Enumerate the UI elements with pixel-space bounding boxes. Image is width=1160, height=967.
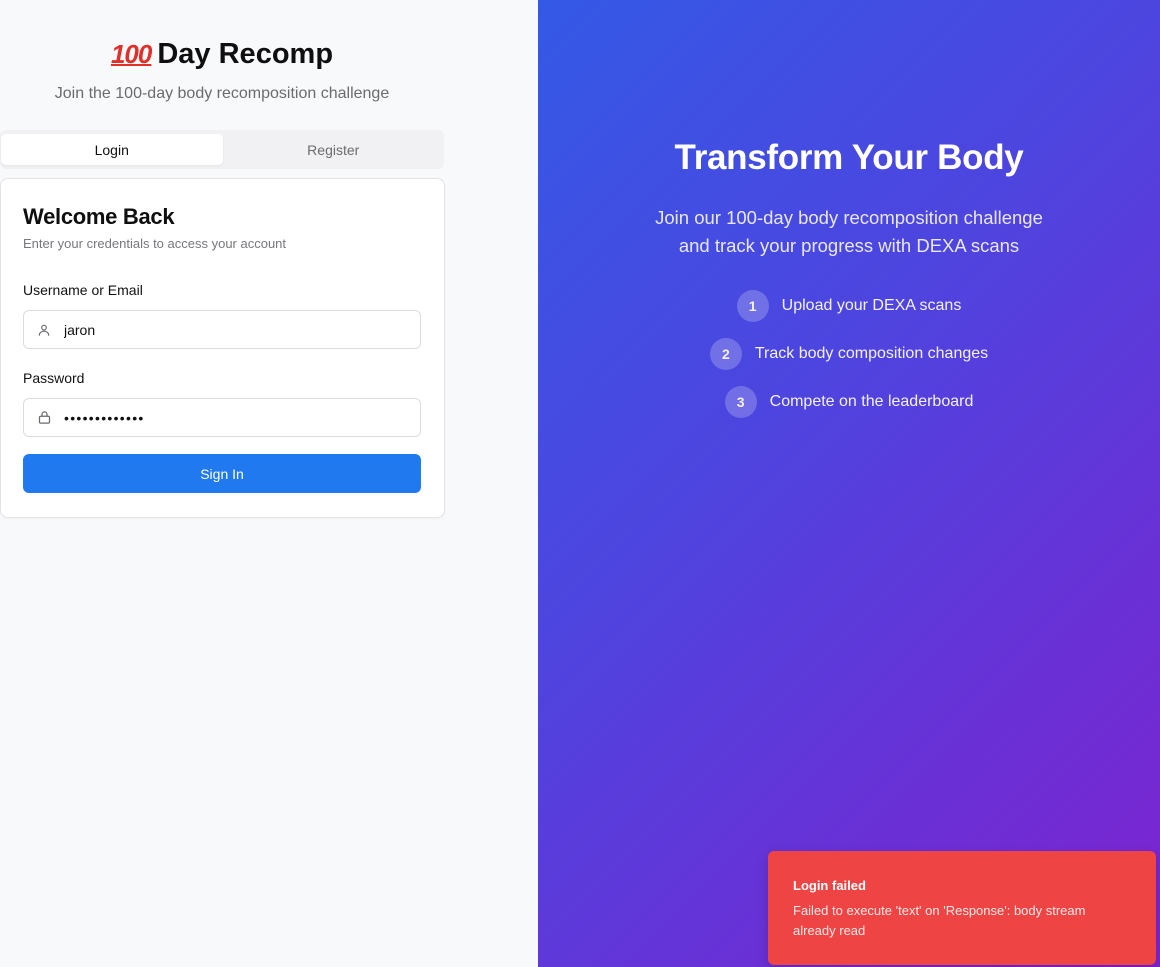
auth-panel: 100 Day Recomp Join the 100-day body reco… bbox=[0, 0, 538, 967]
step-label: Compete on the leaderboard bbox=[769, 393, 974, 410]
toast-title: Login failed bbox=[793, 878, 866, 893]
hundred-emoji-icon: 100 bbox=[110, 39, 152, 69]
auth-tabs: Login Register bbox=[0, 130, 444, 169]
hero-description-line-2: and track your progress with DEXA scans bbox=[678, 235, 1020, 256]
hero-description: Join our 100-day body recomposition chal… bbox=[538, 204, 1160, 260]
brand-tagline: Join the 100-day body recomposition chal… bbox=[54, 85, 390, 102]
tab-register[interactable]: Register bbox=[223, 134, 445, 165]
tab-login[interactable]: Login bbox=[1, 134, 223, 165]
toast-message: Failed to execute 'text' on 'Response': … bbox=[793, 903, 1086, 938]
password-input[interactable]: ••••••••••••• bbox=[64, 410, 145, 426]
hero-panel: Transform Your Body Join our 100-day bod… bbox=[538, 0, 1160, 967]
username-input[interactable] bbox=[64, 321, 404, 338]
username-label: Username or Email bbox=[23, 282, 143, 298]
card-subtitle: Enter your credentials to access your ac… bbox=[23, 236, 287, 251]
step-number-badge: 1 bbox=[736, 290, 769, 322]
step-item: 1 Upload your DEXA scans bbox=[538, 290, 1160, 322]
step-number-badge: 3 bbox=[724, 386, 757, 418]
step-number-badge: 2 bbox=[709, 338, 742, 370]
login-card: Welcome Back Enter your credentials to a… bbox=[0, 178, 445, 518]
user-icon bbox=[24, 323, 64, 337]
lock-icon bbox=[24, 410, 64, 425]
hero-title: Transform Your Body bbox=[674, 138, 1024, 177]
hero-description-line-1: Join our 100-day body recomposition chal… bbox=[655, 207, 1043, 228]
brand-title: 100 Day Recomp bbox=[0, 38, 444, 71]
sign-in-button[interactable]: Sign In bbox=[23, 454, 421, 493]
step-item: 3 Compete on the leaderboard bbox=[538, 386, 1160, 418]
step-label: Upload your DEXA scans bbox=[781, 297, 962, 314]
step-label: Track body composition changes bbox=[754, 345, 989, 362]
password-field[interactable]: ••••••••••••• bbox=[23, 398, 421, 437]
error-toast[interactable]: Login failed Failed to execute 'text' on… bbox=[768, 851, 1156, 965]
step-item: 2 Track body composition changes bbox=[538, 338, 1160, 370]
card-title: Welcome Back bbox=[23, 204, 175, 229]
brand-title-text: Day Recomp bbox=[157, 38, 334, 70]
username-field[interactable] bbox=[23, 310, 421, 349]
password-label: Password bbox=[23, 370, 85, 386]
